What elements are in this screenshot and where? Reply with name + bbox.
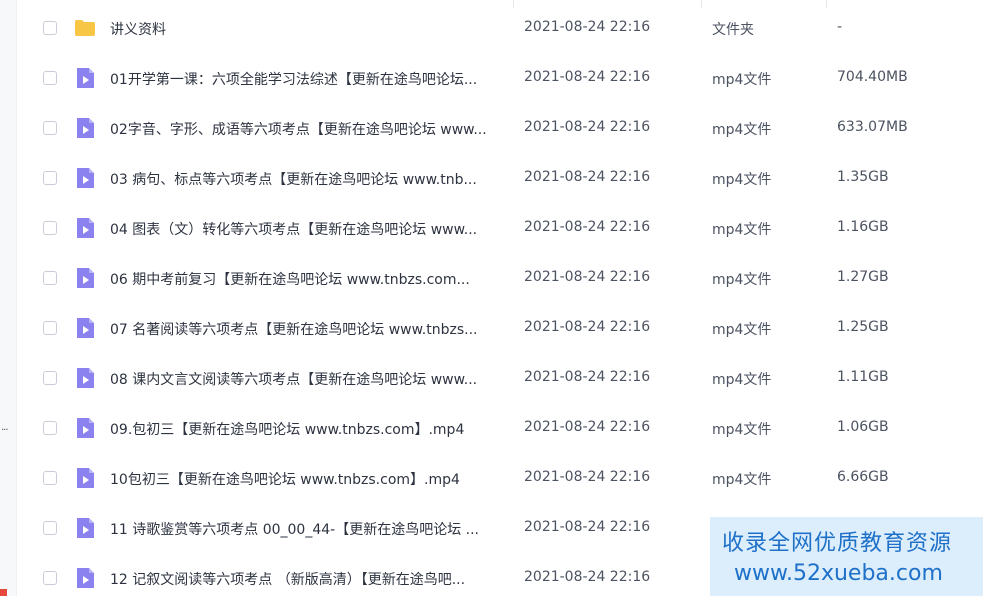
file-row[interactable]: 讲义资料 2021-08-24 22:16 文件夹 -	[16, 4, 983, 54]
row-checkbox[interactable]	[43, 221, 57, 235]
row-checkbox[interactable]	[43, 171, 57, 185]
file-type: mp4文件	[712, 222, 772, 238]
file-name[interactable]: 01开学第一课：六项全能学习法综述【更新在途鸟吧论坛...	[110, 69, 510, 89]
file-size: 1.06GB	[837, 419, 889, 435]
modified-date: 2021-08-24 22:16	[524, 519, 651, 535]
modified-date: 2021-08-24 22:16	[524, 569, 651, 585]
file-size: 1.11GB	[837, 369, 889, 385]
file-size: -	[837, 19, 843, 35]
modified-date: 2021-08-24 22:16	[524, 319, 651, 335]
file-size: 1.27GB	[837, 269, 889, 285]
file-name[interactable]: 讲义资料	[110, 19, 510, 39]
file-name[interactable]: 07 名著阅读等六项考点【更新在途鸟吧论坛 www.tnbzs...	[110, 319, 510, 339]
modified-date: 2021-08-24 22:16	[524, 169, 651, 185]
row-checkbox[interactable]	[43, 371, 57, 385]
modified-date: 2021-08-24 22:16	[524, 369, 651, 385]
file-size: 1.35GB	[837, 169, 889, 185]
file-type: mp4文件	[712, 422, 772, 438]
watermark-slogan: 收录全网优质教育资源	[722, 531, 953, 556]
file-name[interactable]: 10包初三【更新在途鸟吧论坛 www.tnbzs.com】.mp4	[110, 469, 510, 489]
modified-date: 2021-08-24 22:16	[524, 219, 651, 235]
file-size: 633.07MB	[837, 119, 908, 135]
modified-date: 2021-08-24 22:16	[524, 69, 651, 85]
row-checkbox[interactable]	[43, 471, 57, 485]
file-row[interactable]: 10包初三【更新在途鸟吧论坛 www.tnbzs.com】.mp4 2021-08…	[16, 454, 983, 504]
file-type: mp4文件	[712, 472, 772, 488]
row-checkbox[interactable]	[43, 521, 57, 535]
file-name[interactable]: 12 记叙文阅读等六项考点 （新版高清）【更新在途鸟吧...	[110, 569, 510, 589]
row-checkbox[interactable]	[43, 121, 57, 135]
row-checkbox[interactable]	[43, 71, 57, 85]
file-size: 6.66GB	[837, 469, 889, 485]
file-row[interactable]: 07 名著阅读等六项考点【更新在途鸟吧论坛 www.tnbzs... 2021-0…	[16, 304, 983, 354]
folder-icon	[74, 17, 96, 39]
file-row[interactable]: 08 课内文言文阅读等六项考点【更新在途鸟吧论坛 www... 2021-08-2…	[16, 354, 983, 404]
watermark-banner: 收录全网优质教育资源 www.52xueba.com	[710, 517, 983, 596]
file-size: 1.16GB	[837, 219, 889, 235]
left-panel-edge: ...	[0, 0, 17, 596]
file-type: mp4文件	[712, 122, 772, 138]
video-file-icon	[74, 367, 96, 389]
video-file-icon	[74, 317, 96, 339]
file-name[interactable]: 04 图表（文）转化等六项考点【更新在途鸟吧论坛 www...	[110, 219, 510, 239]
file-name[interactable]: 02字音、字形、成语等六项考点【更新在途鸟吧论坛 www...	[110, 119, 510, 139]
file-row[interactable]: 04 图表（文）转化等六项考点【更新在途鸟吧论坛 www... 2021-08-2…	[16, 204, 983, 254]
file-type: mp4文件	[712, 72, 772, 88]
file-list: 讲义资料 2021-08-24 22:16 文件夹 - 01开学第一课：六项全能学习法综…	[16, 4, 983, 604]
file-name[interactable]: 03 病句、标点等六项考点【更新在途鸟吧论坛 www.tnb...	[110, 169, 510, 189]
file-row[interactable]: 09.包初三【更新在途鸟吧论坛 www.tnbzs.com】.mp4 2021-0…	[16, 404, 983, 454]
file-type: mp4文件	[712, 372, 772, 388]
file-name[interactable]: 08 课内文言文阅读等六项考点【更新在途鸟吧论坛 www...	[110, 369, 510, 389]
modified-date: 2021-08-24 22:16	[524, 419, 651, 435]
modified-date: 2021-08-24 22:16	[524, 469, 651, 485]
file-size: 1.25GB	[837, 319, 889, 335]
truncated-sidebar-text: ...	[1, 422, 8, 433]
row-checkbox[interactable]	[43, 321, 57, 335]
sidebar-red-marker	[0, 589, 7, 596]
file-type: mp4文件	[712, 322, 772, 338]
video-file-icon	[74, 117, 96, 139]
file-row[interactable]: 03 病句、标点等六项考点【更新在途鸟吧论坛 www.tnb... 2021-08…	[16, 154, 983, 204]
file-row[interactable]: 01开学第一课：六项全能学习法综述【更新在途鸟吧论坛... 2021-08-24 …	[16, 54, 983, 104]
file-size: 704.40MB	[837, 69, 908, 85]
file-name[interactable]: 09.包初三【更新在途鸟吧论坛 www.tnbzs.com】.mp4	[110, 419, 510, 439]
file-type: mp4文件	[712, 272, 772, 288]
video-file-icon	[74, 217, 96, 239]
row-checkbox[interactable]	[43, 571, 57, 585]
file-name[interactable]: 11 诗歌鉴赏等六项考点 00_00_44-【更新在途鸟吧论坛 ...	[110, 519, 510, 539]
modified-date: 2021-08-24 22:16	[524, 119, 651, 135]
video-file-icon	[74, 67, 96, 89]
row-checkbox[interactable]	[43, 21, 57, 35]
video-file-icon	[74, 417, 96, 439]
video-file-icon	[74, 467, 96, 489]
row-checkbox[interactable]	[43, 421, 57, 435]
file-row[interactable]: 06 期中考前复习【更新在途鸟吧论坛 www.tnbzs.com... 2021-…	[16, 254, 983, 304]
video-file-icon	[74, 167, 96, 189]
modified-date: 2021-08-24 22:16	[524, 269, 651, 285]
file-row[interactable]: 02字音、字形、成语等六项考点【更新在途鸟吧论坛 www... 2021-08-2…	[16, 104, 983, 154]
file-name[interactable]: 06 期中考前复习【更新在途鸟吧论坛 www.tnbzs.com...	[110, 269, 510, 289]
file-type: 文件夹	[712, 22, 754, 38]
video-file-icon	[74, 567, 96, 589]
modified-date: 2021-08-24 22:16	[524, 19, 651, 35]
watermark-url: www.52xueba.com	[734, 561, 943, 586]
video-file-icon	[74, 267, 96, 289]
file-type: mp4文件	[712, 172, 772, 188]
video-file-icon	[74, 517, 96, 539]
row-checkbox[interactable]	[43, 271, 57, 285]
